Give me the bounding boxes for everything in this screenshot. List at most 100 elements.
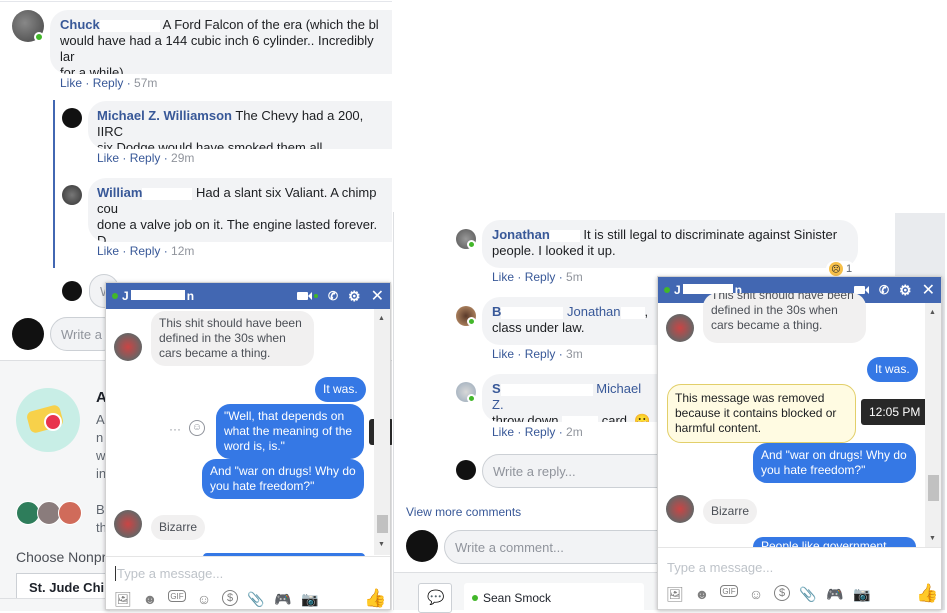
contact-avatar bbox=[666, 314, 694, 342]
message-outgoing[interactable]: It was. bbox=[315, 377, 366, 402]
photo-icon[interactable]: 🖼 bbox=[666, 585, 684, 603]
emoji-icon[interactable]: ☺ bbox=[195, 590, 213, 608]
placeholder: Write a reply... bbox=[493, 463, 576, 479]
comment-text: done a valve job on it. The engine laste… bbox=[97, 217, 378, 242]
attachment-icon[interactable]: 📎 bbox=[799, 585, 817, 603]
message-incoming[interactable]: This shit should have been defined in th… bbox=[151, 311, 314, 366]
scrollbar[interactable]: ▲ ▼ bbox=[925, 303, 941, 547]
timestamp: 5m bbox=[566, 270, 583, 284]
comment-actions: Like · Reply · 57m bbox=[60, 76, 158, 90]
comment-william: William Had a slant six Valiant. A chimp… bbox=[88, 178, 395, 242]
like-link[interactable]: Like bbox=[97, 244, 119, 258]
commenter-name[interactable]: Chuck bbox=[60, 17, 100, 32]
placeholder: Write a comment... bbox=[455, 539, 564, 555]
gif-icon[interactable]: GIF bbox=[168, 590, 186, 602]
chat-bar: 💬 Sean Smock bbox=[394, 572, 664, 613]
message-incoming[interactable]: This shit should have been defined in th… bbox=[703, 293, 866, 343]
like-link[interactable]: Like bbox=[492, 270, 514, 284]
react-emoji-icon[interactable]: ☺ bbox=[189, 420, 205, 436]
phone-icon[interactable]: ✆ bbox=[328, 289, 338, 303]
message-incoming[interactable]: Bizarre bbox=[151, 515, 206, 540]
like-thumb-icon[interactable]: 👍 bbox=[916, 583, 938, 604]
chat-header[interactable]: JnJonathan ✆ ⚙ ✕ bbox=[106, 283, 390, 309]
reply-link[interactable]: Reply bbox=[93, 76, 124, 90]
my-avatar bbox=[62, 281, 82, 301]
friend-avatars bbox=[16, 501, 82, 525]
camera-icon[interactable]: 📷 bbox=[853, 585, 871, 603]
emoji-icon[interactable]: ☺ bbox=[747, 585, 765, 603]
chat-window-right: JnJonathan ✆ ⚙ ✕ This shit should have b… bbox=[657, 276, 942, 610]
commenter-name[interactable]: Jonathan bbox=[492, 227, 550, 242]
commenter-name[interactable]: S bbox=[492, 381, 501, 396]
comment-chuck: Chuck A Ford Falcon of the era (which th… bbox=[50, 10, 395, 74]
reaction-badge[interactable]: ☹ 1 bbox=[826, 261, 856, 277]
like-link[interactable]: Like bbox=[60, 76, 82, 90]
online-indicator bbox=[34, 32, 44, 42]
message-outgoing[interactable]: People like government bbox=[753, 537, 916, 547]
commenter-name[interactable]: B bbox=[492, 304, 501, 319]
payment-icon[interactable]: $ bbox=[222, 590, 238, 606]
reply-link[interactable]: Reply bbox=[130, 151, 161, 165]
like-link[interactable]: Like bbox=[492, 425, 514, 439]
view-more-comments-link[interactable]: View more comments bbox=[406, 505, 521, 519]
comment-actions: Like · Reply · 12m bbox=[97, 244, 195, 258]
reply-link[interactable]: Reply bbox=[525, 347, 556, 361]
reply-input[interactable]: Write a reply... bbox=[482, 454, 662, 488]
chat-contact-tab[interactable]: Sean Smock bbox=[464, 583, 644, 613]
mention-link[interactable]: Jonathan bbox=[567, 304, 621, 319]
my-avatar bbox=[456, 460, 476, 480]
game-icon[interactable]: 🎮 bbox=[826, 585, 844, 603]
avatar-michael[interactable] bbox=[62, 108, 82, 128]
online-indicator bbox=[467, 240, 476, 249]
like-link[interactable]: Like bbox=[97, 151, 119, 165]
reply-link[interactable]: Reply bbox=[525, 270, 556, 284]
more-options-icon[interactable]: ··· bbox=[169, 422, 181, 436]
payment-icon[interactable]: $ bbox=[774, 585, 790, 601]
photo-icon[interactable]: 🖼 bbox=[114, 590, 132, 608]
camera-icon[interactable]: 📷 bbox=[301, 590, 319, 608]
contact-name: Sean Smock bbox=[483, 591, 552, 605]
commenter-name[interactable]: Michael Z. Williamson bbox=[97, 108, 232, 123]
comment-actions: Like · Reply · 3m bbox=[492, 347, 583, 361]
attachment-icon[interactable]: 📎 bbox=[247, 590, 265, 608]
chat-window-left: JnJonathan ✆ ⚙ ✕ This shit should have b… bbox=[105, 282, 395, 610]
message-input[interactable]: Type a message... bbox=[667, 560, 773, 575]
close-icon[interactable]: ✕ bbox=[922, 280, 935, 300]
commenter-name[interactable]: William bbox=[97, 185, 142, 200]
comment-jonathan: Jonathan It is still legal to discrimina… bbox=[482, 220, 858, 268]
reply-link[interactable]: Reply bbox=[130, 244, 161, 258]
timestamp: 3m bbox=[566, 347, 583, 361]
close-icon[interactable]: ✕ bbox=[371, 286, 384, 306]
like-thumb-icon[interactable]: 👍 bbox=[364, 588, 386, 609]
online-dot bbox=[112, 293, 118, 299]
message-outgoing[interactable]: And "war on drugs! Why do you hate freed… bbox=[202, 459, 364, 499]
message-incoming[interactable]: Bizarre bbox=[703, 499, 758, 524]
message-input[interactable]: Type a message... bbox=[115, 566, 223, 581]
phone-icon[interactable]: ✆ bbox=[879, 283, 889, 297]
sticker-icon[interactable]: ☻ bbox=[141, 590, 159, 608]
message-removed-notice: This message was removed because it cont… bbox=[667, 384, 856, 443]
timestamp: 29m bbox=[171, 151, 195, 165]
like-link[interactable]: Like bbox=[492, 347, 514, 361]
comment-input[interactable]: Write a comment... bbox=[444, 530, 664, 564]
contact-name[interactable]: JnJonathan bbox=[122, 289, 194, 303]
chat-toggle-button[interactable]: 💬 bbox=[418, 583, 452, 613]
game-icon[interactable]: 🎮 bbox=[274, 590, 292, 608]
online-dot bbox=[472, 595, 478, 601]
sticker-icon[interactable]: ☻ bbox=[693, 585, 711, 603]
my-avatar bbox=[12, 318, 44, 350]
message-outgoing[interactable]: "Well, that depends on what the meaning … bbox=[216, 404, 364, 459]
fundraiser-illustration bbox=[16, 388, 80, 452]
reply-link[interactable]: Reply bbox=[525, 425, 556, 439]
gear-icon[interactable]: ⚙ bbox=[899, 282, 912, 299]
redacted bbox=[142, 187, 193, 200]
message-outgoing[interactable]: It was. bbox=[867, 357, 918, 382]
video-call-icon[interactable] bbox=[296, 292, 318, 300]
online-dot bbox=[664, 287, 670, 293]
gear-icon[interactable]: ⚙ bbox=[348, 288, 361, 305]
message-outgoing[interactable]: And "war on drugs! Why do you hate freed… bbox=[753, 443, 916, 483]
timestamp-tooltip: 12:05 PM bbox=[861, 399, 929, 425]
avatar-william[interactable] bbox=[62, 185, 82, 205]
scrollbar[interactable]: ▲ ▼ bbox=[374, 309, 390, 555]
gif-icon[interactable]: GIF bbox=[720, 585, 738, 597]
